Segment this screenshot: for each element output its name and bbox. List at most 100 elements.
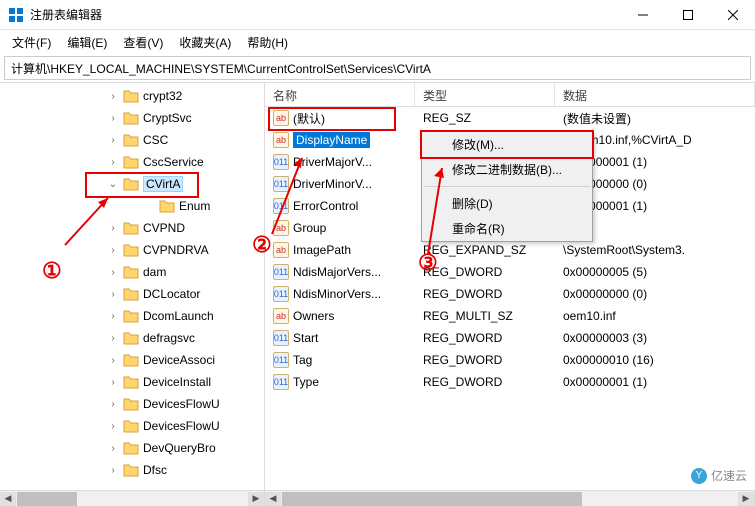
tree-item[interactable]: ›DeviceAssoci (105, 349, 264, 371)
chevron-right-icon[interactable]: › (105, 440, 121, 456)
folder-icon (123, 89, 139, 103)
ctx-separator (424, 186, 590, 187)
chevron-right-icon[interactable]: › (105, 264, 121, 280)
folder-icon (123, 177, 139, 191)
menu-help[interactable]: 帮助(H) (239, 32, 296, 53)
tree-item[interactable]: › DeviceInstall (105, 371, 264, 393)
app-icon (8, 7, 24, 23)
value-name: NdisMajorVers... (293, 265, 381, 279)
maximize-button[interactable] (665, 0, 710, 30)
list-row[interactable]: abImagePathREG_EXPAND_SZ\SystemRoot\Syst… (265, 239, 755, 261)
list-row[interactable]: 011TypeREG_DWORD0x00000001 (1) (265, 371, 755, 393)
tree-item[interactable]: ›dam (105, 261, 264, 283)
chevron-right-icon[interactable]: › (105, 352, 121, 368)
scroll-thumb[interactable] (282, 492, 582, 506)
scroll-thumb[interactable] (17, 492, 77, 506)
tree-item[interactable]: › defragsvc (105, 327, 264, 349)
chevron-right-icon[interactable]: › (105, 418, 121, 434)
content-area: ›crypt32›CryptSvc›CSC›CscService⌄CVirtAE… (0, 82, 755, 490)
window-title: 注册表编辑器 (30, 6, 620, 23)
tree-item[interactable]: ›DevQueryBro (105, 437, 264, 459)
minimize-icon (638, 10, 648, 20)
ctx-modify[interactable]: 修改(M)... (422, 132, 592, 157)
value-data: 0x00000005 (5) (555, 263, 755, 281)
list-view[interactable]: 名称 类型 数据 ab(默认)REG_SZ(数值未设置)abDisplayNam… (265, 83, 755, 490)
value-type: REG_DWORD (415, 329, 555, 347)
tree-item[interactable]: ›DCLocator (105, 283, 264, 305)
value-data: \SystemRoot\System3. (555, 241, 755, 259)
string-value-icon: ab (273, 242, 289, 258)
value-data: 0x00000010 (16) (555, 351, 755, 369)
tree-item-label: defragsvc (143, 331, 195, 345)
tree-item[interactable]: ›DevicesFlowU (105, 415, 264, 437)
column-type[interactable]: 类型 (415, 83, 555, 106)
tree-item-label: DeviceInstall (143, 375, 211, 389)
chevron-right-icon[interactable]: › (105, 110, 121, 126)
value-name: DisplayName (293, 132, 370, 148)
list-row[interactable]: ab(默认)REG_SZ(数值未设置) (265, 107, 755, 129)
list-row[interactable]: 011StartREG_DWORD0x00000003 (3) (265, 327, 755, 349)
scroll-left-icon[interactable]: ◀ (0, 492, 16, 506)
annotation-circle-1: ① (42, 258, 62, 284)
folder-icon (123, 463, 139, 477)
binary-value-icon: 011 (273, 374, 289, 390)
chevron-right-icon[interactable]: › (105, 286, 121, 302)
list-row[interactable]: abOwnersREG_MULTI_SZoem10.inf (265, 305, 755, 327)
list-row[interactable]: 011TagREG_DWORD0x00000010 (16) (265, 349, 755, 371)
tree-item[interactable]: ›CryptSvc (105, 107, 264, 129)
tree-item[interactable]: ›CVPND (105, 217, 264, 239)
spacer (141, 198, 157, 214)
binary-value-icon: 011 (273, 330, 289, 346)
close-button[interactable] (710, 0, 755, 30)
tree-item[interactable]: ›CSC (105, 129, 264, 151)
minimize-button[interactable] (620, 0, 665, 30)
binary-value-icon: 011 (273, 352, 289, 368)
menu-view[interactable]: 查看(V) (115, 32, 171, 53)
string-value-icon: ab (273, 110, 289, 126)
tree-item[interactable]: Enum (105, 195, 264, 217)
address-bar[interactable]: 计算机\HKEY_LOCAL_MACHINE\SYSTEM\CurrentCon… (4, 56, 751, 80)
list-row[interactable]: 011NdisMajorVers...REG_DWORD0x00000005 (… (265, 261, 755, 283)
value-type: REG_MULTI_SZ (415, 307, 555, 325)
ctx-rename[interactable]: 重命名(R) (422, 216, 592, 241)
ctx-delete[interactable]: 删除(D) (422, 191, 592, 216)
chevron-right-icon[interactable]: › (105, 396, 121, 412)
list-header: 名称 类型 数据 (265, 83, 755, 107)
tree-item[interactable]: ›crypt32 (105, 85, 264, 107)
chevron-right-icon[interactable]: › (105, 242, 121, 258)
tree-item-label: Enum (179, 199, 210, 213)
value-data: 0x00000003 (3) (555, 329, 755, 347)
chevron-right-icon[interactable]: › (105, 308, 121, 324)
chevron-right-icon[interactable]: › (105, 132, 121, 148)
maximize-icon (683, 10, 693, 20)
tree-item[interactable]: ›DcomLaunch (105, 305, 264, 327)
column-data[interactable]: 数据 (555, 83, 755, 106)
scroll-right-icon[interactable]: ▶ (248, 492, 264, 506)
chevron-down-icon[interactable]: ⌄ (105, 176, 121, 192)
tree-item[interactable]: ›Dfsc (105, 459, 264, 481)
value-name: DriverMinorV... (293, 177, 372, 191)
tree-item[interactable]: ›CVPNDRVA (105, 239, 264, 261)
chevron-right-icon[interactable]: › (105, 220, 121, 236)
value-name: ErrorControl (293, 199, 358, 213)
column-name[interactable]: 名称 (265, 83, 415, 106)
ctx-modify-binary[interactable]: 修改二进制数据(B)... (422, 157, 592, 182)
tree-item-label: CscService (143, 155, 204, 169)
menu-favorites[interactable]: 收藏夹(A) (171, 32, 239, 53)
chevron-right-icon[interactable]: › (105, 330, 121, 346)
tree-view[interactable]: ›crypt32›CryptSvc›CSC›CscService⌄CVirtAE… (0, 83, 265, 490)
binary-value-icon: 011 (273, 154, 289, 170)
scroll-right-icon[interactable]: ▶ (738, 492, 754, 506)
menu-edit[interactable]: 编辑(E) (59, 32, 115, 53)
chevron-right-icon[interactable]: › (105, 374, 121, 390)
scroll-left-icon[interactable]: ◀ (265, 492, 281, 506)
tree-item[interactable]: ›DevicesFlowU (105, 393, 264, 415)
menu-file[interactable]: 文件(F) (4, 32, 59, 53)
chevron-right-icon[interactable]: › (105, 462, 121, 478)
chevron-right-icon[interactable]: › (105, 88, 121, 104)
list-row[interactable]: 011NdisMinorVers...REG_DWORD0x00000000 (… (265, 283, 755, 305)
tree-item[interactable]: › CscService (105, 151, 264, 173)
chevron-right-icon[interactable]: › (105, 154, 121, 170)
folder-icon (123, 331, 139, 345)
tree-item[interactable]: ⌄CVirtA (105, 173, 264, 195)
